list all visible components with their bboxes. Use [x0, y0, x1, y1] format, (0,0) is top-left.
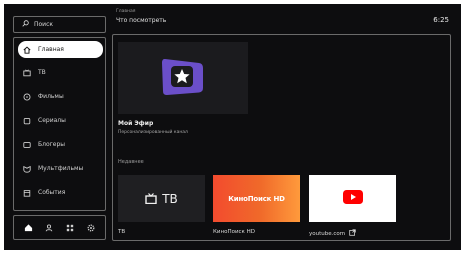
- my-channel-title: Мой Эфир: [118, 120, 154, 127]
- nav-item-bloggers[interactable]: Блогеры: [18, 136, 103, 153]
- recent-tile-label: КиноПоиск HD: [213, 229, 255, 235]
- nav-item-series[interactable]: Сериалы: [18, 112, 103, 129]
- recent-tile-kinopoisk[interactable]: КиноПоиск HD: [213, 175, 300, 222]
- nav-item-label: Сериалы: [38, 117, 66, 124]
- bloggers-icon: [23, 141, 31, 149]
- recent-tile-tv[interactable]: ТВ: [118, 175, 205, 222]
- external-link-icon: [349, 229, 356, 238]
- search-label: Поиск: [34, 21, 54, 28]
- bottom-bar: [13, 215, 106, 240]
- tv-icon: [145, 193, 157, 204]
- nav-menu: Главная ТВ Фильмы Сериалы Блогеры Мультф…: [13, 37, 106, 211]
- tv-home-screen: Поиск Главная ТВ Фильмы Сериалы Блогеры …: [4, 4, 461, 250]
- tv-icon: [23, 68, 31, 77]
- film-icon: [23, 93, 31, 101]
- youtube-play-icon: [342, 189, 363, 208]
- breadcrumb: Главная: [116, 9, 136, 14]
- home-icon: [23, 46, 31, 54]
- nav-item-movies[interactable]: Фильмы: [18, 88, 103, 105]
- my-channel-logo-icon: [159, 55, 207, 101]
- my-channel-card[interactable]: [118, 42, 248, 114]
- nav-item-label: Главная: [38, 46, 64, 53]
- home-icon[interactable]: [24, 223, 33, 232]
- events-icon: [23, 189, 31, 197]
- recent-section-title: Недавнее: [118, 159, 144, 165]
- sidebar: Поиск Главная ТВ Фильмы Сериалы Блогеры …: [12, 10, 108, 246]
- kinopoisk-logo: КиноПоиск HD: [228, 194, 285, 203]
- page-title: Что посмотреть: [116, 17, 167, 24]
- recent-tile-youtube[interactable]: [309, 175, 396, 222]
- profile-icon[interactable]: [45, 223, 54, 232]
- nav-item-tv[interactable]: ТВ: [18, 64, 103, 81]
- nav-item-label: События: [38, 189, 66, 196]
- recent-tile-label: youtube.com: [309, 229, 356, 238]
- tv-logo-text: ТВ: [162, 191, 178, 206]
- apps-icon[interactable]: [65, 223, 74, 232]
- tile-label-text: ТВ: [118, 229, 126, 235]
- nav-item-label: ТВ: [38, 69, 46, 76]
- tile-label-text: КиноПоиск HD: [213, 229, 255, 235]
- cartoon-icon: [23, 165, 31, 173]
- nav-item-label: Блогеры: [38, 141, 66, 148]
- nav-item-home[interactable]: Главная: [18, 41, 103, 58]
- clock: 6:25: [433, 16, 449, 24]
- nav-item-events[interactable]: События: [18, 184, 103, 201]
- settings-icon[interactable]: [86, 223, 95, 232]
- nav-item-cartoons[interactable]: Мультфильмы: [18, 160, 103, 177]
- my-channel-subtitle: Персонализированный канал: [118, 130, 188, 135]
- nav-item-label: Фильмы: [38, 93, 64, 100]
- recent-tile-label: ТВ: [118, 229, 125, 235]
- series-icon: [23, 117, 31, 125]
- nav-item-label: Мультфильмы: [38, 165, 84, 172]
- search-field[interactable]: Поиск: [13, 16, 106, 33]
- tv-logo: ТВ: [145, 192, 178, 206]
- search-icon: [22, 20, 29, 29]
- tile-label-text: youtube.com: [309, 230, 346, 237]
